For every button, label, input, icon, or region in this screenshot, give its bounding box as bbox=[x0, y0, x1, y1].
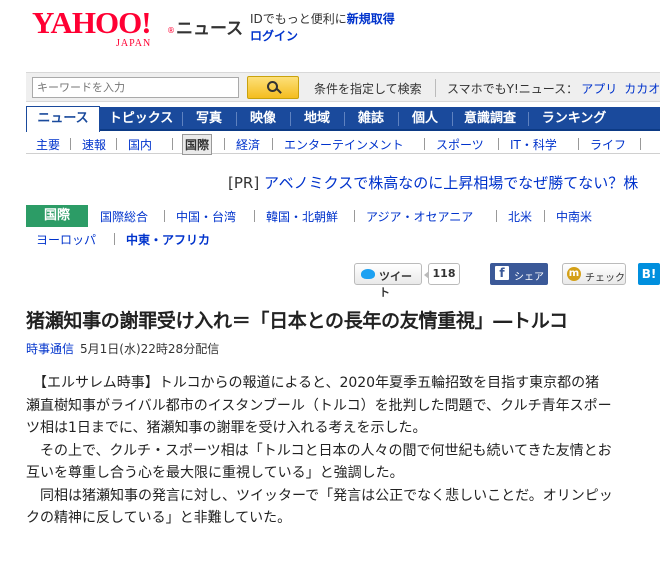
tab-video[interactable]: 映像 bbox=[240, 107, 286, 131]
search-icon-handle bbox=[276, 88, 282, 94]
article-title: 猪瀬知事の謝罪受け入れ＝「日本との長年の友情重視」―トルコ bbox=[26, 310, 568, 332]
category-item-china-taiwan[interactable]: 中国・台湾 bbox=[176, 208, 236, 225]
subnav-divider bbox=[224, 138, 225, 150]
article-source-link[interactable]: 時事通信 bbox=[26, 342, 74, 356]
tweet-label: ツイート bbox=[379, 270, 412, 299]
login-link[interactable]: ログイン bbox=[250, 27, 298, 44]
subnav-divider bbox=[116, 138, 117, 150]
subnav-domestic[interactable]: 国内 bbox=[128, 136, 152, 153]
category-divider bbox=[254, 210, 255, 222]
category-item-korea[interactable]: 韓国・北朝鮮 bbox=[266, 208, 338, 225]
article-line: クの精神に反している」と非難していた。 bbox=[26, 510, 292, 526]
twitter-bird-icon bbox=[361, 269, 375, 279]
smartphone-promo: スマホでもY!ニュース： アプリ カカオ bbox=[447, 80, 660, 97]
subnav-entertainment[interactable]: エンターテインメント bbox=[284, 136, 404, 153]
subnav-life[interactable]: ライフ bbox=[590, 136, 626, 153]
article-meta: 時事通信 5月1日(水)22時28分配信 bbox=[26, 340, 219, 357]
app-link[interactable]: アプリ bbox=[581, 82, 617, 96]
pr-ad[interactable]: [PR] アベノミクスで株高なのに上昇相場でなぜ勝てない？株 bbox=[228, 172, 638, 193]
facebook-share-button[interactable]: f シェア bbox=[490, 263, 548, 285]
yahoo-japan-logo[interactable]: YAHOO! ® JAPAN bbox=[32, 5, 175, 50]
page-header: YAHOO! ® JAPAN ニュース IDでもっと便利に新規取得 ログイン bbox=[0, 0, 660, 60]
category-item-latin-america[interactable]: 中南米 bbox=[556, 208, 592, 225]
subnav-it-science[interactable]: IT・科学 bbox=[510, 136, 557, 153]
subnav-economy[interactable]: 経済 bbox=[236, 136, 260, 153]
article-line: ツ相は1日までに、猪瀬知事の謝罪を受け入れる考えを示した。 bbox=[26, 420, 427, 436]
sub-nav: 主要 速報 国内 国際 経済 エンターテインメント スポーツ IT・科学 ライフ bbox=[26, 134, 660, 155]
nav-divider bbox=[182, 112, 183, 126]
tab-news[interactable]: ニュース bbox=[26, 106, 100, 132]
service-name[interactable]: ニュース bbox=[176, 14, 243, 39]
tweet-button[interactable]: ツイート bbox=[354, 263, 422, 299]
tab-ranking[interactable]: ランキング bbox=[532, 107, 616, 131]
article-line: 瀬直樹知事がライバル都市のイスタンブール（トルコ）を批判した問題で、クルチ青年ス… bbox=[26, 397, 612, 414]
subnav-divider bbox=[578, 138, 579, 150]
category-item-asia-oceania[interactable]: アジア・オセアニア bbox=[366, 208, 473, 225]
tab-topics[interactable]: トピックス bbox=[104, 107, 178, 131]
smartphone-label: スマホでもY!ニュース： bbox=[447, 82, 579, 96]
mixi-check-label: チェック bbox=[585, 273, 625, 284]
mixi-icon: m bbox=[567, 267, 581, 281]
category-label: 国際 bbox=[26, 205, 88, 227]
register-link[interactable]: 新規取得 bbox=[347, 12, 395, 26]
subnav-divider bbox=[272, 138, 273, 150]
nav-divider bbox=[344, 112, 345, 126]
category-item-north-america[interactable]: 北米 bbox=[508, 208, 532, 225]
subnav-sports[interactable]: スポーツ bbox=[436, 136, 484, 153]
category-item-middle-east-africa[interactable]: 中東・アフリカ bbox=[126, 231, 210, 248]
hatena-bookmark-button[interactable]: B! bbox=[638, 263, 660, 285]
subnav-divider bbox=[172, 138, 173, 150]
category-item-international-general[interactable]: 国際総合 bbox=[100, 208, 148, 225]
logo-japan: JAPAN bbox=[116, 38, 152, 49]
category-divider bbox=[496, 210, 497, 222]
nav-divider bbox=[290, 112, 291, 126]
nav-divider bbox=[398, 112, 399, 126]
facebook-share-label: シェア bbox=[514, 272, 544, 283]
category-divider bbox=[114, 233, 115, 245]
nav-divider bbox=[528, 112, 529, 126]
subnav-breaking[interactable]: 速報 bbox=[82, 136, 106, 153]
article-line: 互いを尊重し合う心を最大限に重視している」と強調した。 bbox=[26, 465, 404, 481]
search-bar: 条件を指定して検索 スマホでもY!ニュース：アプリカカオ bbox=[26, 72, 660, 102]
tab-magazines[interactable]: 雑誌 bbox=[348, 107, 394, 131]
subnav-top[interactable]: 主要 bbox=[36, 136, 60, 153]
category-divider bbox=[354, 210, 355, 222]
logo-wordmark: YAHOO! bbox=[32, 5, 152, 40]
pr-tag: [PR] bbox=[228, 174, 260, 192]
subnav-divider bbox=[640, 138, 641, 150]
id-promo-text: IDでもっと便利に bbox=[250, 12, 347, 26]
article-line: 【エルサレム時事】トルコからの報道によると、2020年夏季五輪招致を目指す東京都… bbox=[26, 375, 600, 391]
logo-registered-mark: ® bbox=[167, 26, 175, 35]
category-divider bbox=[164, 210, 165, 222]
tab-individual[interactable]: 個人 bbox=[402, 107, 448, 131]
main-nav: ニュース トピックス 写真 映像 地域 雑誌 個人 意識調査 ランキング bbox=[26, 106, 660, 132]
tab-photos[interactable]: 写真 bbox=[186, 107, 232, 131]
article-line: 同相は猪瀬知事の発言に対し、ツイッターで「発言は公正でなく悲しいことだ。オリンピ… bbox=[26, 487, 613, 504]
nav-divider bbox=[236, 112, 237, 126]
tweet-count: 118 bbox=[424, 263, 460, 285]
search-button[interactable] bbox=[247, 76, 299, 99]
article-body: 【エルサレム時事】トルコからの報道によると、2020年夏季五輪招致を目指す東京都… bbox=[26, 372, 660, 530]
mixi-check-button[interactable]: m チェック bbox=[562, 263, 626, 285]
id-promo: IDでもっと便利に新規取得 bbox=[250, 10, 395, 27]
tab-local[interactable]: 地域 bbox=[294, 107, 340, 131]
subnav-divider bbox=[70, 138, 71, 150]
pr-text: アベノミクスで株高なのに上昇相場でなぜ勝てない？株 bbox=[263, 174, 639, 192]
search-input[interactable] bbox=[32, 77, 239, 98]
facebook-icon: f bbox=[495, 266, 509, 280]
tab-survey[interactable]: 意識調査 bbox=[456, 107, 524, 131]
kakao-link[interactable]: カカオ bbox=[624, 82, 660, 96]
subnav-divider bbox=[424, 138, 425, 150]
advanced-search-link[interactable]: 条件を指定して検索 bbox=[314, 80, 422, 97]
article-line: その上で、クルチ・スポーツ相は「トルコと日本の人々の間で何世紀も続いてきた友情と… bbox=[26, 442, 612, 459]
subnav-divider bbox=[498, 138, 499, 150]
nav-divider bbox=[452, 112, 453, 126]
article-date: 5月1日(水)22時28分配信 bbox=[80, 342, 220, 356]
category-item-europe[interactable]: ヨーロッパ bbox=[36, 231, 96, 248]
category-divider bbox=[544, 210, 545, 222]
subnav-international[interactable]: 国際 bbox=[182, 134, 213, 155]
divider bbox=[435, 79, 436, 97]
